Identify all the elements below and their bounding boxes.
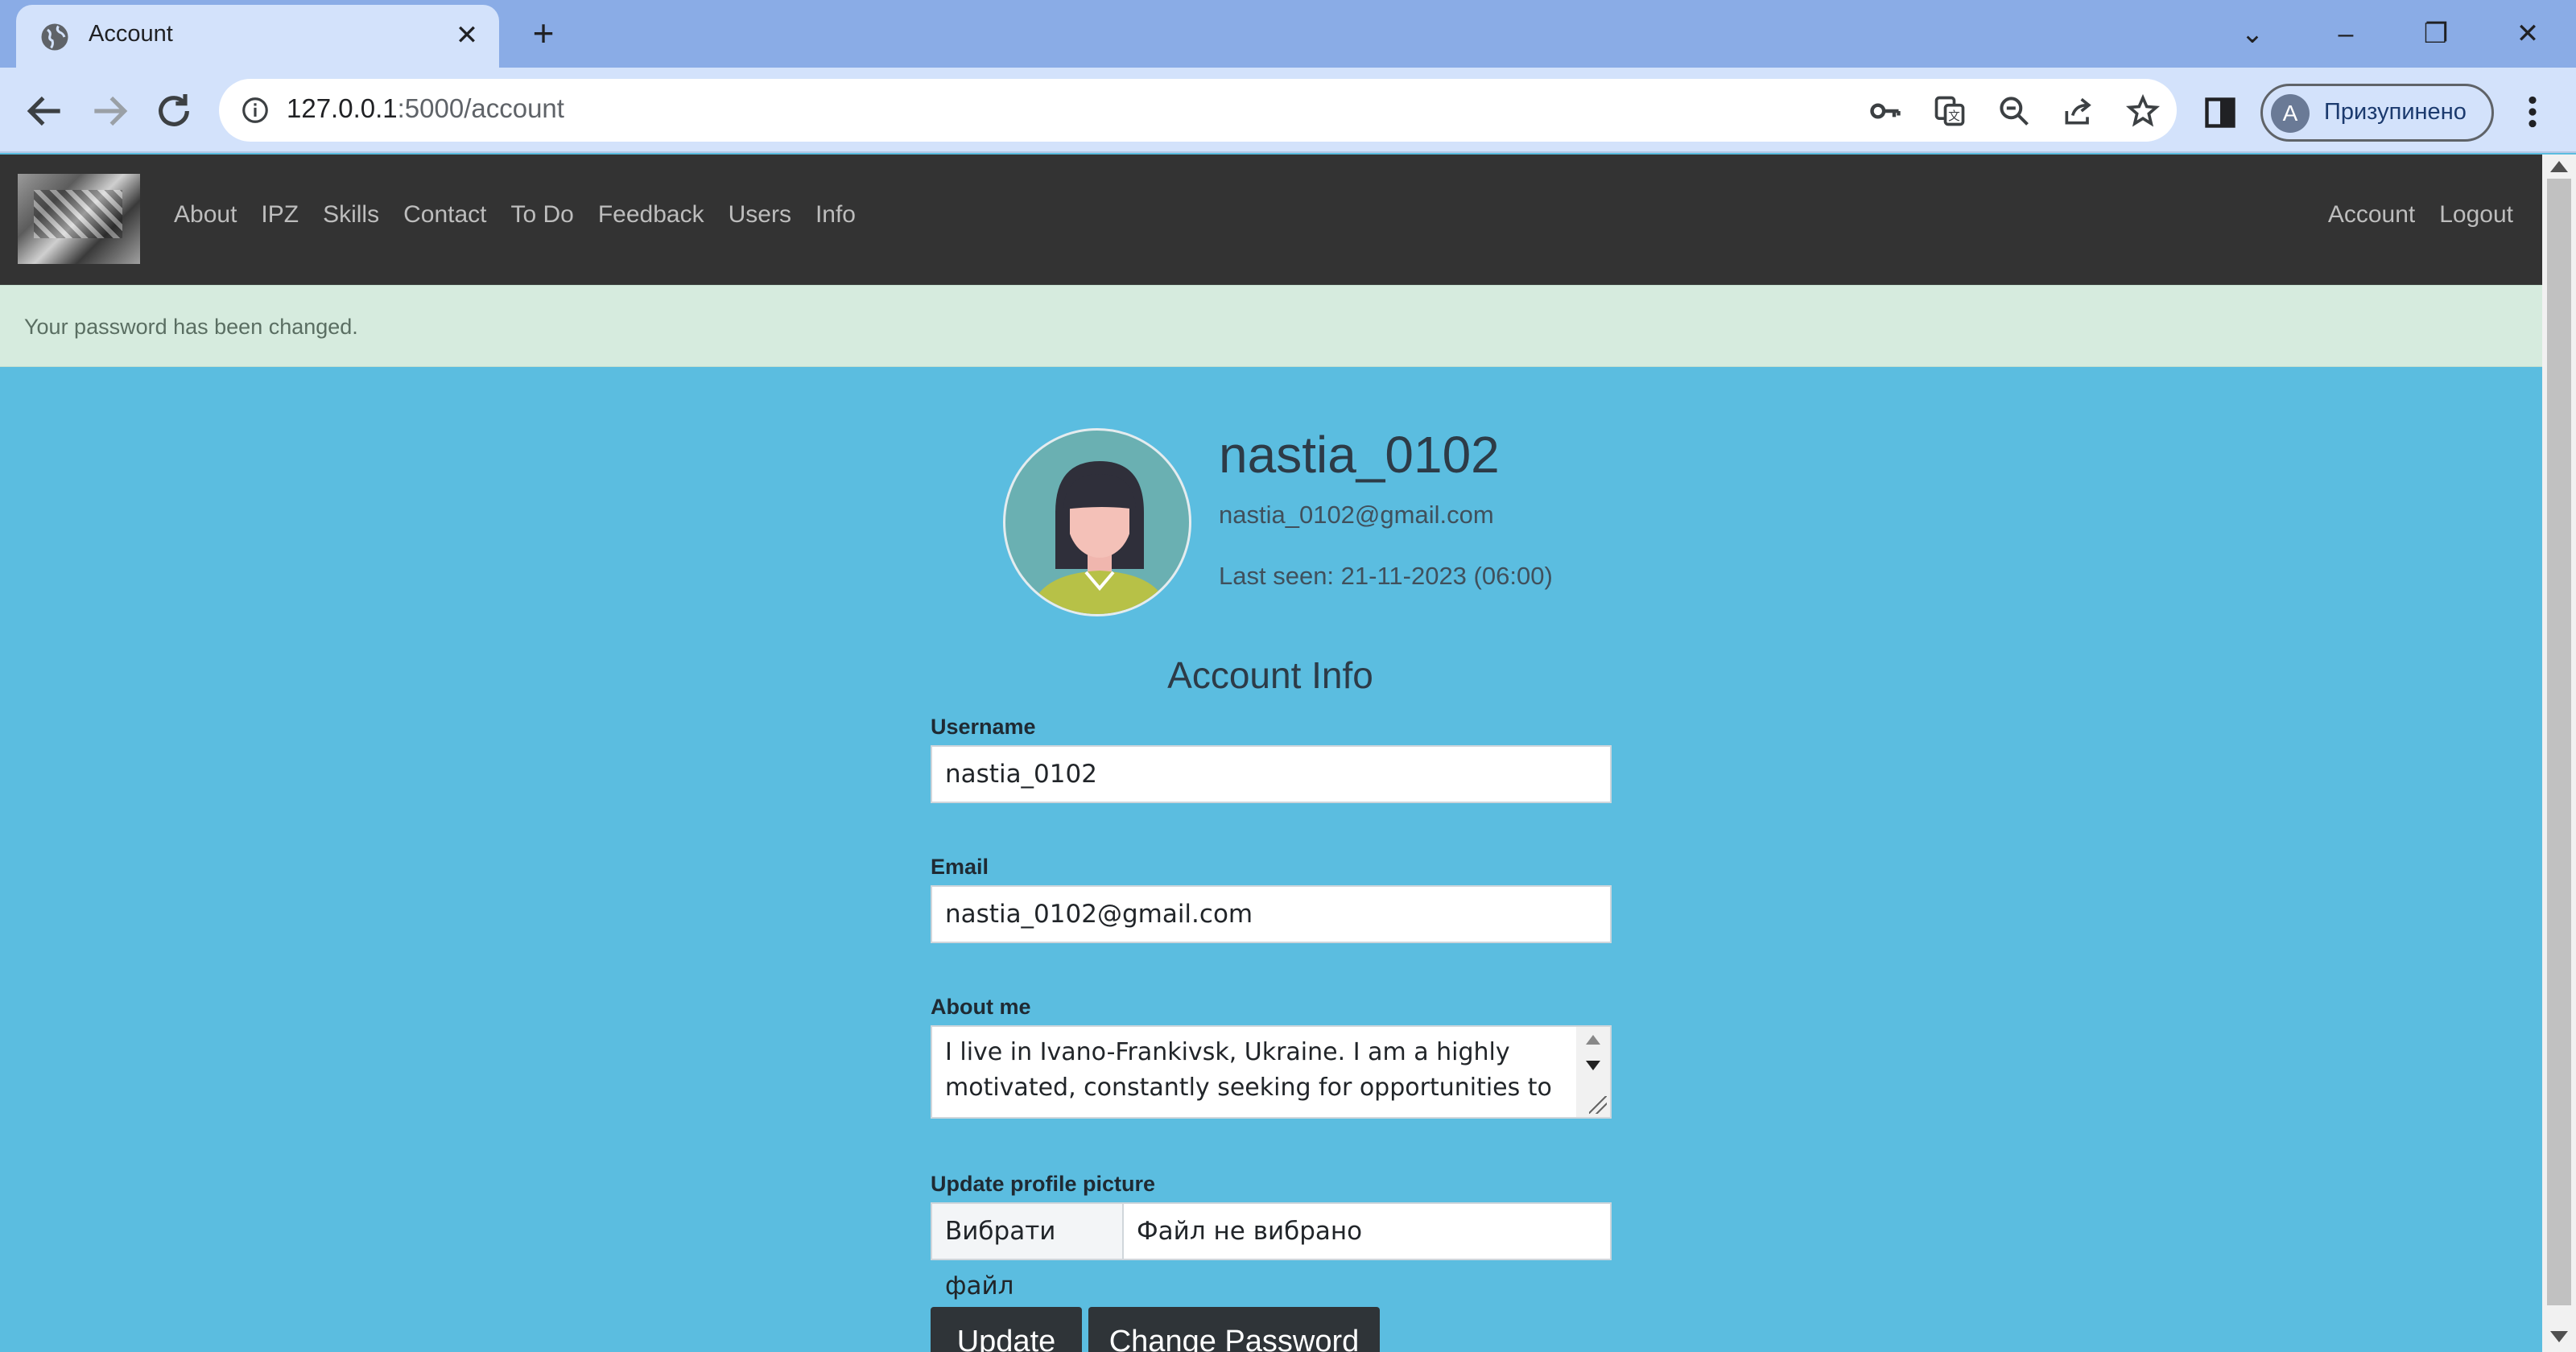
nav-link-ipz[interactable]: IPZ [261,201,299,229]
new-tab-button[interactable]: + [525,14,562,52]
scroll-up-arrow-icon[interactable] [1586,1035,1600,1045]
nav-links-right: Account Logout [2304,201,2513,229]
nav-link-users[interactable]: Users [729,201,791,229]
close-tab-icon[interactable]: ✕ [451,19,483,52]
profile-avatar-image [1003,428,1191,616]
avatar-illustration [1030,461,1170,614]
profile-picture-file-input[interactable]: Вибрати файл Файл не вибрано [931,1202,1612,1300]
profile-status-label: Призупинено [2324,99,2467,125]
about-me-textarea[interactable]: I live in Ivano-Frankivsk, Ukraine. I am… [931,1025,1612,1119]
tab-search-chevron-icon[interactable]: ⌄ [2230,11,2275,56]
translate-icon[interactable]: 文 [1932,93,1967,129]
side-panel-icon[interactable] [2202,95,2238,130]
nav-links-left: About IPZ Skills Contact To Do Feedback … [174,201,880,229]
email-input[interactable]: nastia_0102@gmail.com [931,885,1612,943]
username-input[interactable]: nastia_0102 [931,745,1612,803]
share-icon[interactable] [2061,93,2096,129]
browser-tabstrip: Account ✕ + ⌄ – ❐ ✕ [0,0,2576,68]
update-button[interactable]: Update [931,1307,1082,1352]
profile-button[interactable]: A Призупинено [2260,84,2494,142]
page-scrollbar[interactable] [2542,155,2576,1352]
about-me-text: I live in Ivano-Frankivsk, Ukraine. I am… [945,1038,1552,1102]
restore-button[interactable]: ❐ [2413,11,2458,56]
site-info-icon[interactable] [240,95,270,126]
tab-title: Account [89,21,173,47]
alert-message: Your password has been changed. [24,315,358,339]
page-scroll-up-arrow-icon[interactable] [2550,161,2568,172]
nav-link-info[interactable]: Info [815,201,856,229]
nav-link-contact[interactable]: Contact [403,201,486,229]
resize-grip-icon[interactable] [1589,1096,1607,1114]
scroll-down-arrow-icon[interactable] [1586,1061,1600,1070]
profile-email: nastia_0102@gmail.com [1219,501,1494,529]
choose-file-button[interactable]: Вибрати файл [932,1204,1124,1300]
nav-link-skills[interactable]: Skills [323,201,379,229]
nav-link-about[interactable]: About [174,201,237,229]
account-info-heading: Account Info [1167,654,1373,696]
page-viewport: About IPZ Skills Contact To Do Feedback … [0,155,2542,1352]
browser-toolbar: 127.0.0.1:5000/account 文 A Призупинено [0,68,2576,153]
file-status-text: Файл не вибрано [1137,1217,1363,1246]
about-me-label: About me [931,995,1031,1019]
forward-arrow-icon[interactable] [87,89,132,134]
profile-username: nastia_0102 [1219,426,1500,484]
zoom-out-icon[interactable] [1996,93,2032,129]
page-scroll-thumb[interactable] [2547,179,2571,1305]
minimize-button[interactable]: – [2323,11,2368,56]
success-alert: Your password has been changed. [0,285,2542,367]
profile-last-seen: Last seen: 21-11-2023 (06:00) [1219,562,1553,590]
profile-picture-label: Update profile picture [931,1172,1156,1196]
profile-avatar: A [2271,94,2310,133]
nav-link-todo[interactable]: To Do [510,201,573,229]
back-arrow-icon[interactable] [23,89,68,134]
close-window-button[interactable]: ✕ [2505,11,2550,56]
key-icon[interactable] [1868,93,1903,129]
site-logo[interactable] [18,174,140,264]
email-label: Email [931,855,989,879]
browser-tab[interactable]: Account ✕ [16,5,499,68]
svg-text:文: 文 [1948,109,1960,123]
username-label: Username [931,715,1036,739]
browser-menu-icon[interactable] [2516,92,2549,132]
site-navbar: About IPZ Skills Contact To Do Feedback … [0,155,2542,285]
logo-texture [34,190,122,238]
change-password-button[interactable]: Change Password [1088,1307,1380,1352]
nav-link-feedback[interactable]: Feedback [598,201,704,229]
reload-icon[interactable] [151,89,196,134]
page-scroll-down-arrow-icon[interactable] [2550,1331,2568,1342]
bookmark-star-icon[interactable] [2125,93,2161,129]
nav-link-logout[interactable]: Logout [2439,201,2513,229]
address-bar[interactable]: 127.0.0.1:5000/account 文 [219,79,2177,142]
globe-icon [41,23,68,51]
nav-link-account[interactable]: Account [2328,201,2415,229]
url-text: 127.0.0.1:5000/account [287,93,564,123]
